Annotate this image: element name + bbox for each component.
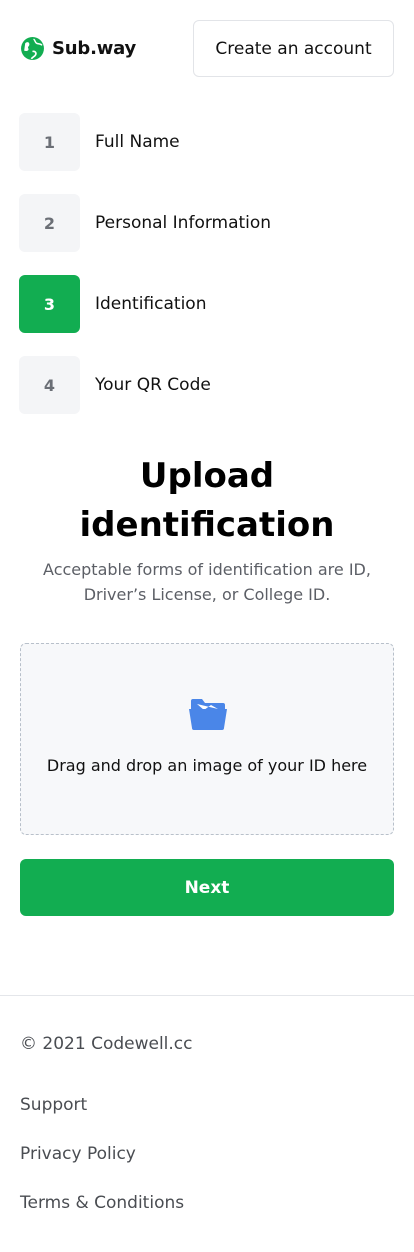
step-2-personal-information[interactable]: 2 Personal Information: [19, 193, 389, 253]
step-label: Your QR Code: [95, 375, 211, 395]
page-title-line-2: identification: [79, 505, 335, 545]
footer-link-support[interactable]: Support: [20, 1095, 87, 1115]
step-number: 1: [19, 113, 80, 171]
footer-divider: [0, 995, 414, 996]
folder-open-icon: [189, 699, 227, 730]
step-1-full-name[interactable]: 1 Full Name: [19, 112, 389, 172]
step-3-identification[interactable]: 3 Identification: [19, 274, 389, 334]
step-label: Full Name: [95, 132, 180, 152]
next-button[interactable]: Next: [20, 859, 394, 916]
step-number: 2: [19, 194, 80, 252]
step-label: Personal Information: [95, 213, 272, 233]
create-account-button[interactable]: Create an account: [193, 20, 394, 77]
globe-icon: [21, 37, 44, 60]
page-title: Upload identification: [0, 452, 414, 550]
brand-logo[interactable]: Sub.way: [20, 36, 136, 61]
copyright-text: © 2021 Codewell.cc: [20, 1034, 193, 1054]
step-number: 4: [19, 356, 80, 414]
id-upload-dropzone[interactable]: Drag and drop an image of your ID here: [20, 643, 394, 835]
footer-link-privacy-policy[interactable]: Privacy Policy: [20, 1144, 136, 1164]
header: Sub.way Create an account: [0, 0, 414, 98]
step-number: 3: [19, 275, 80, 333]
page-title-line-1: Upload: [139, 456, 275, 496]
step-label: Identification: [95, 294, 207, 314]
brand-name: Sub.way: [52, 38, 137, 59]
dropzone-instructions: Drag and drop an image of your ID here: [46, 756, 368, 775]
footer-link-terms-conditions[interactable]: Terms & Conditions: [20, 1193, 184, 1213]
step-4-qr-code[interactable]: 4 Your QR Code: [19, 355, 389, 415]
page-subtitle: Acceptable forms of identification are I…: [43, 560, 371, 604]
